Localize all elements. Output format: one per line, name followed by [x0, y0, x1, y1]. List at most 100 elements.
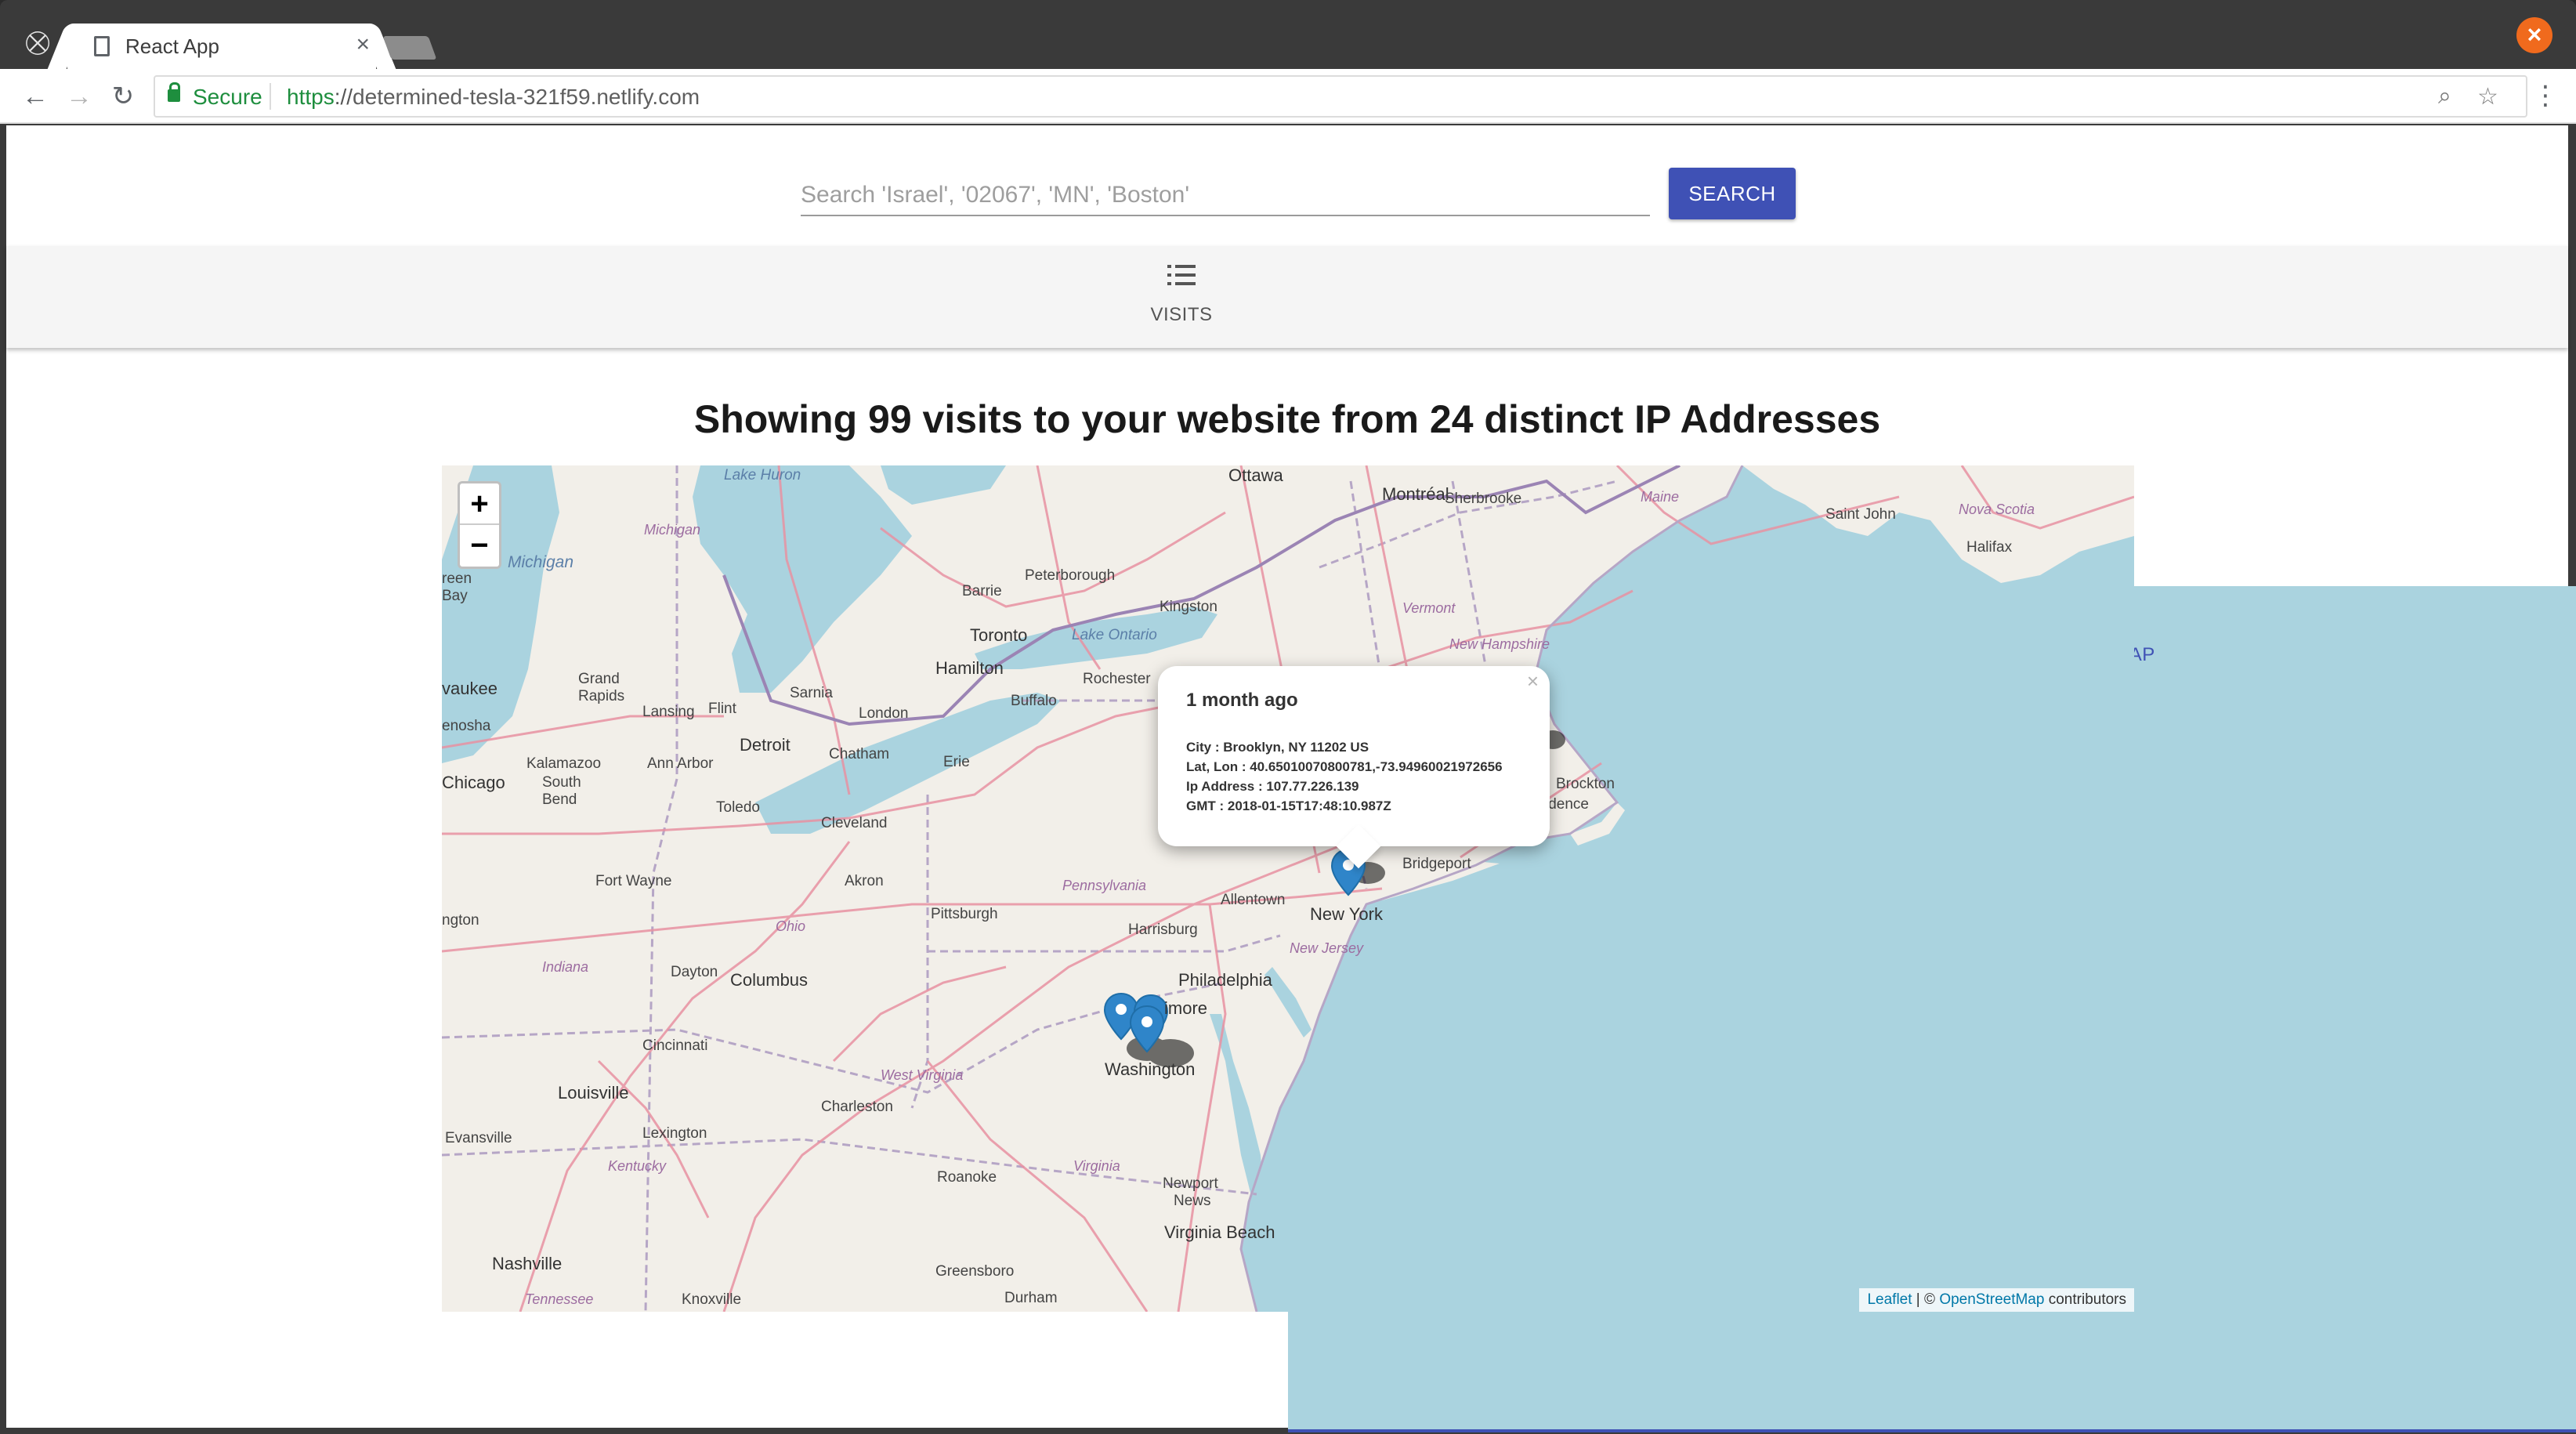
back-arrow-icon[interactable]: ← [19, 80, 52, 113]
map-label: Rochester [1083, 671, 1151, 687]
map-label: Hamilton [935, 658, 1004, 678]
map-label: Lake Ontario [1072, 627, 1157, 643]
browser-tab[interactable]: React App × [67, 24, 376, 71]
address-bar[interactable]: Secure https://determined-tesla-321f59.n… [154, 75, 2527, 118]
url-separator: :// [334, 85, 353, 109]
page-icon [94, 36, 110, 56]
tab-title: React App [125, 34, 219, 58]
tab-visits[interactable]: VISITS [1068, 246, 1295, 348]
map-label: Philadelphia [1178, 970, 1272, 990]
map-label: Pennsylvania [1062, 878, 1147, 893]
divider [270, 83, 271, 110]
visit-popup: × 1 month ago City : Brooklyn, NY 11202 … [1158, 666, 1550, 869]
map-label: Cleveland [821, 815, 888, 831]
page-content: SEARCH VISITS MAP Showing 99 visits to y [6, 125, 2576, 1432]
map-label: Lexington [642, 1125, 707, 1142]
tab-close-icon[interactable]: × [356, 31, 370, 58]
map-label: London [859, 705, 909, 722]
map-label: West Virginia [881, 1067, 964, 1083]
zoom-out-button[interactable]: − [460, 525, 499, 567]
map-label: reen [442, 570, 472, 587]
map-label: Halifax [1966, 539, 2013, 556]
window-close-button[interactable]: × [2516, 17, 2552, 53]
map-label: Knoxville [682, 1291, 742, 1308]
map-label: Virginia Beach [1164, 1222, 1275, 1242]
map-label: Chicago [442, 773, 505, 792]
map-label: Kalamazoo [526, 755, 602, 772]
url-text: https://determined-tesla-321f59.netlify.… [287, 85, 700, 110]
title-bar: ⛒ React App × × [0, 0, 2576, 71]
url-host: determined-tesla-321f59.netlify.com [353, 85, 700, 109]
map-label: Ann Arbor [647, 755, 714, 772]
map-label: Charleston [821, 1099, 893, 1115]
active-tab-indicator [1288, 1429, 2576, 1432]
map-label: Tennessee [525, 1291, 594, 1307]
map-label: Peterborough [1025, 567, 1116, 584]
map-label: Michigan [508, 553, 574, 571]
map-label: Flint [708, 701, 736, 717]
map-label: Rapids [578, 688, 625, 704]
search-input[interactable] [801, 165, 1650, 216]
map-label: Grand [578, 671, 620, 687]
map-label: Michigan [644, 522, 701, 538]
reload-icon[interactable]: ↻ [107, 80, 139, 113]
map-attribution: Leaflet | © OpenStreetMap contributors [1859, 1288, 2134, 1312]
map-label: Greensboro [935, 1263, 1015, 1280]
browser-window: ⛒ React App × × ← → ↻ Secure https://det… [0, 0, 2576, 1434]
map-label: Barrie [962, 583, 1002, 599]
zoom-control: + − [458, 481, 501, 569]
map-label: Virginia [1073, 1158, 1120, 1174]
popup-ip: Ip Address : 107.77.226.139 [1186, 779, 1359, 794]
forward-arrow-icon[interactable]: → [63, 80, 96, 113]
map-label: Brockton [1556, 776, 1615, 792]
map-label: News [1174, 1193, 1211, 1209]
map-label: New York [1310, 904, 1383, 924]
map-label: Vermont [1402, 600, 1456, 616]
map-label: Buffalo [1011, 693, 1057, 709]
map-label: Allentown [1221, 892, 1286, 908]
attribution-separator: | © [1912, 1291, 1940, 1308]
map-label: Nashville [492, 1254, 563, 1273]
incognito-icon: ⛒ [25, 30, 50, 56]
map-label: Detroit [740, 735, 791, 755]
map-label: Maine [1641, 489, 1680, 505]
zoom-magnifier-icon[interactable]: ⌕ [2438, 83, 2451, 110]
search-button[interactable]: SEARCH [1669, 168, 1796, 219]
bookmark-star-icon[interactable]: ☆ [2477, 83, 2498, 110]
map-label: Bend [542, 791, 577, 808]
map-label: Sherbrooke [1445, 491, 1522, 507]
map-label: Nova Scotia [1959, 502, 2035, 517]
url-scheme: https [287, 85, 335, 109]
map-label: Dayton [671, 964, 718, 980]
map-label: ngton [442, 912, 479, 929]
map-label: Cincinnati [642, 1037, 708, 1054]
new-tab-button[interactable] [382, 36, 437, 60]
map-label: enosha [442, 718, 491, 734]
map-label: Durham [1004, 1290, 1058, 1306]
view-tabs: VISITS MAP [6, 246, 2576, 1432]
popup-gmt: GMT : 2018-01-15T17:48:10.987Z [1186, 798, 1391, 813]
visits-map[interactable]: Lake Huron Ottawa Montréal Sherbrooke Ma… [442, 465, 2134, 1312]
popup-close-icon[interactable]: × [1527, 669, 1539, 693]
map-label: Akron [845, 873, 884, 889]
openstreetmap-link[interactable]: OpenStreetMap [1939, 1291, 2044, 1308]
map-label: Kentucky [608, 1158, 667, 1174]
map-label: Bay [442, 588, 468, 604]
maritime-land [1742, 465, 2134, 583]
map-label: Ohio [776, 918, 806, 934]
attribution-suffix: contributors [2044, 1291, 2126, 1308]
secure-label: Secure [193, 85, 262, 109]
list-icon [1167, 263, 1196, 287]
map-label: Columbus [730, 970, 809, 990]
leaflet-link[interactable]: Leaflet [1867, 1291, 1912, 1308]
map-label: Toronto [970, 625, 1028, 645]
browser-menu-icon[interactable]: ⋮ [2532, 80, 2559, 111]
popup-title: 1 month ago [1186, 690, 1298, 711]
map-label: vaukee [442, 679, 497, 698]
zoom-in-button[interactable]: + [460, 483, 499, 525]
map-label: Bridgeport [1402, 856, 1471, 872]
lock-icon [168, 82, 180, 102]
map-label: Ottawa [1228, 465, 1283, 485]
browser-toolbar: ← → ↻ Secure https://determined-tesla-32… [0, 69, 2576, 124]
map-label: Roanoke [937, 1169, 997, 1186]
